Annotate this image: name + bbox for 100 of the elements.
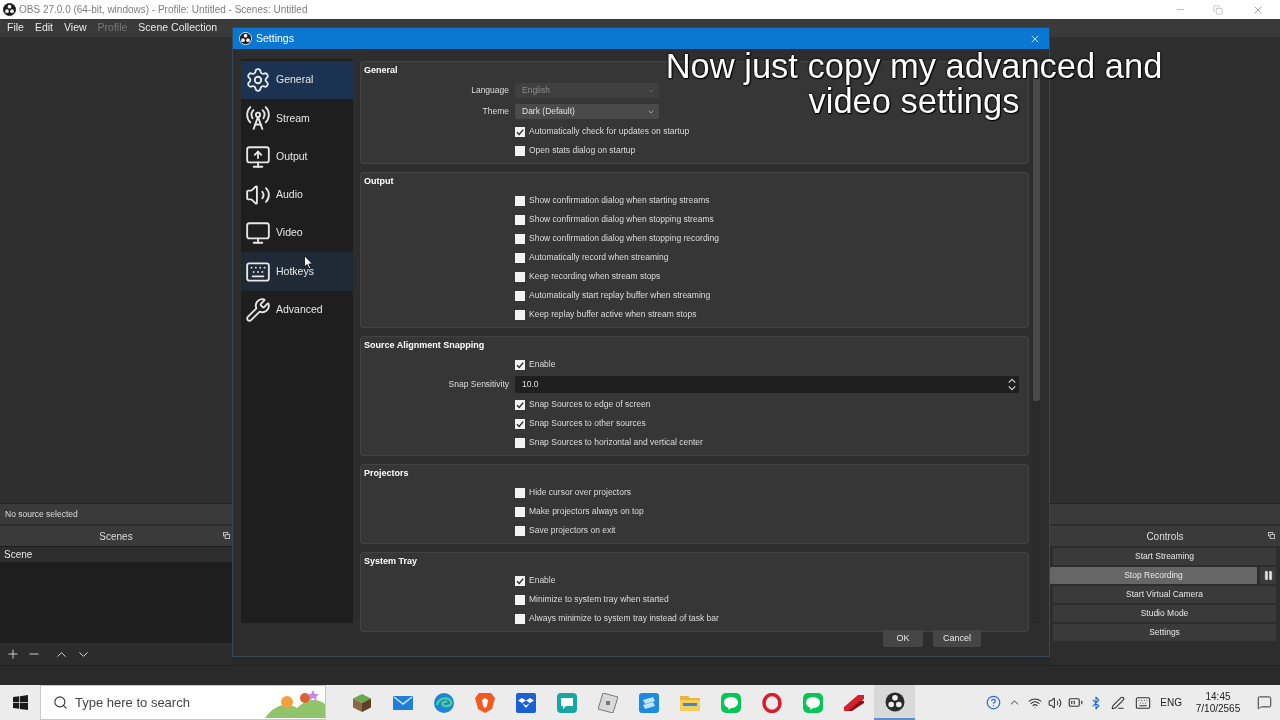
- wifi-icon[interactable]: [1028, 695, 1043, 710]
- float-icon[interactable]: [223, 532, 230, 539]
- pause-button[interactable]: [1260, 567, 1276, 584]
- checkbox[interactable]: [515, 309, 525, 320]
- checkbox[interactable]: [515, 252, 525, 263]
- checkbox[interactable]: [515, 613, 525, 624]
- dialog-button[interactable]: OK: [883, 630, 923, 647]
- nav-item[interactable]: Stream: [241, 99, 353, 138]
- monitor-icon: [245, 220, 271, 247]
- box-icon: [515, 692, 536, 713]
- monitor-arrow-icon: [245, 143, 271, 170]
- window-title: OBS 27.0.0 (64-bit, windows) - Profile: Untitled - Scenes: Untitled: [19, 3, 308, 17]
- clock[interactable]: 14:45 7/10/2565: [1192, 690, 1244, 715]
- checkbox[interactable]: [515, 525, 525, 536]
- nav-item[interactable]: Advanced: [241, 290, 353, 330]
- checkbox[interactable]: [515, 399, 525, 410]
- app-logo-icon: [884, 691, 905, 712]
- dock-title: Controls: [1146, 529, 1184, 544]
- nav-item[interactable]: Video: [241, 214, 353, 253]
- float-icon[interactable]: [1268, 532, 1275, 539]
- speech-bubble-icon: [720, 692, 741, 713]
- control-button[interactable]: Settings: [1053, 624, 1276, 641]
- speech-bubble-icon: [802, 692, 823, 713]
- battery-icon[interactable]: [1068, 695, 1084, 710]
- gear-icon: [245, 67, 271, 94]
- checkbox[interactable]: [515, 359, 525, 370]
- group-title: System Tray: [364, 556, 418, 566]
- checkbox-label: Show confirmation dialog when starting streams: [529, 195, 710, 206]
- checkbox[interactable]: [515, 195, 525, 206]
- nav-item[interactable]: Output: [241, 137, 353, 176]
- group-title: General: [364, 65, 398, 75]
- source-status-text: No source selected: [5, 507, 78, 521]
- checkbox[interactable]: [515, 506, 525, 517]
- scene-item[interactable]: Scene: [0, 547, 232, 562]
- checkbox[interactable]: [515, 290, 525, 301]
- field-label: Snap Sensitivity: [448, 379, 509, 390]
- stack-icon: [638, 692, 659, 713]
- pen-icon[interactable]: [1111, 695, 1126, 710]
- checkbox[interactable]: [515, 214, 525, 225]
- windows-logo-icon[interactable]: [12, 695, 28, 710]
- menu-item[interactable]: Scene Collection: [138, 20, 218, 36]
- nav-item[interactable]: Hotkeys: [241, 252, 353, 291]
- claw-icon: [843, 692, 864, 713]
- menu-item[interactable]: File: [7, 20, 24, 36]
- dialog-title: Settings: [256, 30, 294, 46]
- checkbox[interactable]: [515, 437, 525, 448]
- nav-item[interactable]: Audio: [241, 175, 353, 215]
- control-button[interactable]: Studio Mode: [1053, 605, 1276, 622]
- checkbox-label: Snap Sources to horizontal and vertical center: [529, 437, 703, 448]
- search-icon: [53, 695, 68, 710]
- checkbox[interactable]: [515, 233, 525, 244]
- checkbox-label: Keep replay buffer active when stream stops: [529, 309, 697, 320]
- search-field[interactable]: Type here to search: [40, 685, 326, 720]
- dialog-button[interactable]: Cancel: [933, 630, 981, 647]
- nav-item[interactable]: General: [241, 61, 353, 100]
- shield-icon: [474, 692, 495, 713]
- checkbox-label: Hide cursor over projectors: [529, 487, 632, 498]
- checkbox[interactable]: [515, 575, 525, 586]
- volume-icon[interactable]: [1048, 695, 1063, 710]
- cube-icon: [351, 692, 372, 713]
- checkbox[interactable]: [515, 594, 525, 605]
- checkbox[interactable]: [515, 271, 525, 282]
- add-icon[interactable]: [6, 647, 20, 661]
- chat-icon: [556, 692, 577, 713]
- control-button[interactable]: Stop Recording: [1050, 567, 1257, 584]
- language-indicator[interactable]: ENG: [1160, 695, 1182, 710]
- field-label: Theme: [482, 106, 509, 117]
- notification-icon[interactable]: [1257, 695, 1272, 710]
- checkbox[interactable]: [515, 418, 525, 429]
- checkbox-label: Open stats dialog on startup: [529, 145, 636, 156]
- checkbox-label: Automatically start replay buffer when streaming: [529, 290, 711, 301]
- control-button[interactable]: Start Streaming: [1053, 548, 1276, 565]
- checkbox-label: Make projectors always on top: [529, 506, 644, 517]
- control-button[interactable]: Start Virtual Camera: [1053, 586, 1276, 603]
- dropdown[interactable]: Dark (Default): [515, 104, 659, 119]
- checkbox[interactable]: [515, 487, 525, 498]
- checkbox-label: Show confirmation dialog when stopping recording: [529, 233, 719, 244]
- checkbox-label: Enable: [529, 359, 556, 370]
- dock-title: Scenes: [99, 529, 133, 544]
- group-title: Source Alignment Snapping: [364, 340, 485, 350]
- checkbox-label: Automatically record when streaming: [529, 252, 669, 263]
- caption-overlay: Now just copy my advanced and video settings: [664, 49, 1164, 119]
- checkbox-label: Show confirmation dialog when stopping streams: [529, 214, 714, 225]
- checkbox-label: Keep recording when stream stops: [529, 271, 661, 282]
- spin-field[interactable]: 10.0: [515, 376, 1019, 393]
- group-title: Output: [364, 176, 394, 186]
- field-label: Language: [471, 85, 509, 96]
- checkbox-label: Minimize to system tray when started: [529, 594, 669, 605]
- help-icon[interactable]: [986, 695, 1002, 710]
- antenna-icon: [245, 105, 271, 132]
- checkbox[interactable]: [515, 145, 525, 156]
- swirl-icon: [433, 692, 454, 713]
- checkbox-label: Snap Sources to other sources: [529, 418, 646, 429]
- group-title: Projectors: [364, 468, 409, 478]
- menu-item[interactable]: View: [64, 20, 87, 36]
- menu-item[interactable]: Edit: [34, 20, 53, 36]
- checkbox[interactable]: [515, 126, 525, 137]
- taskbar-app-button[interactable]: [874, 685, 915, 720]
- checkbox-label: Always minimize to system tray instead of task bar: [529, 613, 719, 624]
- app-logo-icon: [239, 32, 252, 45]
